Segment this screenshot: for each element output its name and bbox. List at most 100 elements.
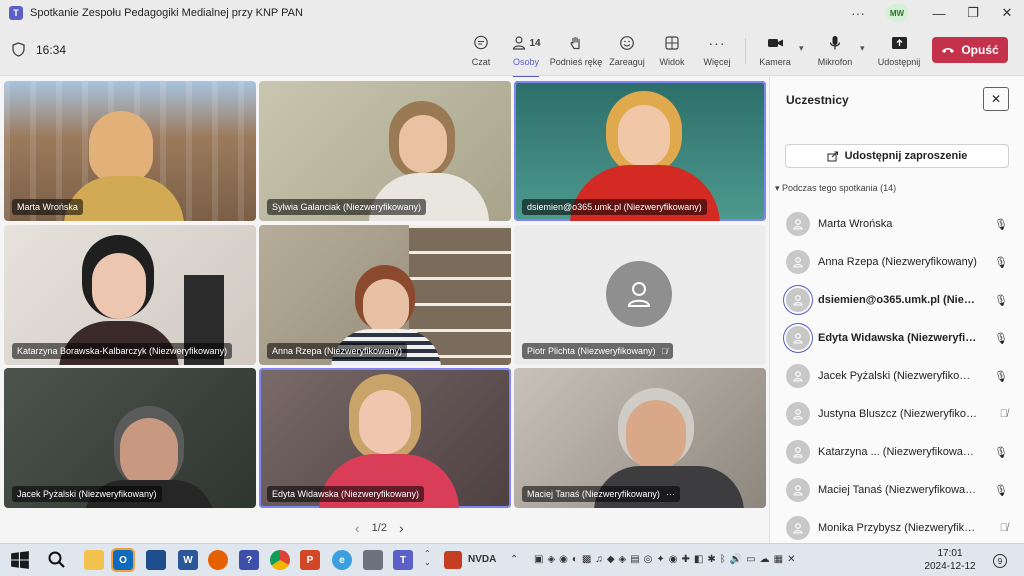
- participant-head: [363, 279, 409, 333]
- tile-more-options-icon[interactable]: ···: [666, 489, 675, 499]
- person-icon: [793, 295, 803, 306]
- firefox-icon[interactable]: [208, 550, 228, 570]
- notification-button[interactable]: 9: [990, 551, 1010, 571]
- video-tile[interactable]: Jacek Pyżalski (Niezweryfikowany): [4, 368, 256, 508]
- raise-hand-button[interactable]: Podnieś rękę: [550, 32, 602, 72]
- share-button[interactable]: Udostępnij: [877, 32, 921, 72]
- view-button[interactable]: Widok: [658, 32, 686, 72]
- participant-row[interactable]: Edyta Widawska (Niezweryfikowany) 🎙: [786, 323, 1014, 353]
- meeting-toolbar: 16:34 Czat 14 Osoby Podnieś rękę Zareagu…: [0, 26, 1024, 78]
- system-clock[interactable]: 17:01 2024-12-12: [915, 547, 985, 573]
- microphone-muted-icon: 🎙̸: [661, 346, 668, 356]
- collapse-chevron-icon: ▾: [775, 183, 780, 193]
- page-indicator: 1/2: [371, 522, 387, 534]
- avatar: [786, 402, 810, 426]
- next-page-chevron-icon[interactable]: ›: [399, 520, 404, 536]
- edge-icon[interactable]: e: [332, 550, 352, 570]
- participant-head: [626, 400, 686, 470]
- microphone-button[interactable]: Mikrofon: [816, 32, 854, 72]
- camera-button[interactable]: Kamera: [759, 32, 791, 72]
- grid-view-icon: [664, 32, 680, 54]
- share-icon: [827, 151, 838, 161]
- word-icon[interactable]: W: [178, 550, 198, 570]
- participant-head: [120, 418, 178, 488]
- participant-name-label: Marta Wrońska: [12, 199, 83, 215]
- more-button[interactable]: ··· Więcej: [703, 32, 731, 72]
- file-explorer-icon[interactable]: [84, 550, 104, 570]
- microphone-muted-icon: 🎙̸: [999, 408, 1008, 420]
- store-icon[interactable]: [146, 550, 166, 570]
- participant-name-label: Sylwia Galanciak (Niezweryfikowany): [267, 199, 427, 215]
- microphone-label: Mikrofon: [817, 57, 853, 67]
- more-options-icon[interactable]: ···: [844, 5, 872, 21]
- participant-head: [92, 253, 146, 319]
- gallery-pager: ‹ 1/2 ›: [355, 520, 404, 536]
- participant-row[interactable]: Monika Przybysz (Niezweryfikowany) 🎙̸: [786, 513, 1014, 543]
- video-tile[interactable]: Edyta Widawska (Niezweryfikowany): [259, 368, 511, 508]
- nvda-label[interactable]: NVDA: [468, 554, 496, 565]
- leave-button[interactable]: Opuść: [932, 37, 1008, 63]
- teams-taskbar-icon[interactable]: T: [393, 550, 413, 570]
- participant-row[interactable]: Maciej Tanaś (Niezweryfikowany) 🎙: [786, 475, 1014, 505]
- participant-name-label: dsiemien@o365.umk.pl (Niezweryfikowany): [522, 199, 707, 215]
- participant-row[interactable]: Marta Wrońska 🎙: [786, 209, 1014, 239]
- close-panel-button[interactable]: ✕: [983, 87, 1009, 111]
- taskbar-overflow-chevron-icon[interactable]: ⌃ ⌄: [424, 549, 431, 567]
- participants-section-header[interactable]: ▾ Podczas tego spotkania (14): [775, 183, 896, 194]
- calculator-icon[interactable]: [363, 550, 383, 570]
- person-icon: [793, 485, 803, 496]
- participant-head: [618, 105, 670, 167]
- participant-head: [399, 115, 447, 173]
- maximize-button[interactable]: ❐: [956, 0, 990, 26]
- avatar: [606, 261, 672, 327]
- microphone-icon: 🎙: [994, 256, 1008, 269]
- participant-head: [359, 390, 411, 454]
- share-label: Udostępnij: [877, 57, 921, 67]
- video-tile[interactable]: Katarzyna Borawska-Kalbarczyk (Niezweryf…: [4, 225, 256, 365]
- chat-button[interactable]: Czat: [468, 32, 494, 72]
- chrome-icon[interactable]: [270, 550, 290, 570]
- participant-row[interactable]: Jacek Pyżalski (Niezweryfikowany) 🎙: [786, 361, 1014, 391]
- participant-name-label: Piotr Plichta (Niezweryfikowany) 🎙̸: [522, 343, 673, 359]
- outlook-icon[interactable]: O: [111, 548, 135, 572]
- participant-name: Jacek Pyżalski (Niezweryfikowany): [818, 370, 978, 382]
- participant-row[interactable]: Anna Rzepa (Niezweryfikowany) 🎙: [786, 247, 1014, 277]
- video-tile[interactable]: Sylwia Galanciak (Niezweryfikowany): [259, 81, 511, 221]
- system-tray-icons[interactable]: ▣◈◉◐▩♫◆◈▤◎✦◉✚◧✱ᛒ🔊▭☁▦✕: [534, 554, 799, 565]
- video-grid: Marta Wrońska Sylwia Galanciak (Niezwery…: [0, 77, 768, 543]
- react-label: Zareaguj: [609, 57, 645, 67]
- close-window-button[interactable]: ✕: [990, 0, 1024, 26]
- meeting-timer: 16:34: [36, 43, 67, 57]
- participant-row[interactable]: Katarzyna ... (Niezweryfikowany) 🎙: [786, 437, 1014, 467]
- chat-label: Czat: [471, 57, 491, 67]
- previous-page-chevron-icon[interactable]: ‹: [355, 520, 360, 536]
- panel-title: Uczestnicy: [786, 93, 849, 107]
- participant-row[interactable]: dsiemien@o365.umk.pl (Niezweryfikowany) …: [786, 285, 1014, 315]
- share-invite-button[interactable]: Udostępnij zaproszenie: [785, 144, 1009, 168]
- participant-head: [89, 111, 153, 183]
- help-icon[interactable]: ?: [239, 550, 259, 570]
- video-tile[interactable]: Marta Wrońska: [4, 81, 256, 221]
- react-button[interactable]: Zareaguj: [609, 32, 645, 72]
- windows-taskbar: O W ? P e T ⌃ ⌄ NVDA ⌃ ▣◈◉◐▩♫◆◈▤◎✦◉✚◧✱ᛒ🔊▭…: [0, 543, 1024, 576]
- people-button[interactable]: 14 Osoby: [509, 32, 543, 78]
- user-avatar[interactable]: MW: [886, 4, 908, 22]
- powerpoint-icon[interactable]: P: [300, 550, 320, 570]
- microphone-icon: 🎙: [994, 446, 1008, 459]
- search-icon[interactable]: [47, 550, 67, 570]
- person-icon: [793, 371, 803, 382]
- video-tile[interactable]: dsiemien@o365.umk.pl (Niezweryfikowany): [514, 81, 766, 221]
- minimize-button[interactable]: —: [922, 0, 956, 26]
- video-tile[interactable]: Maciej Tanaś (Niezweryfikowany) ···: [514, 368, 766, 508]
- avatar: [786, 478, 810, 502]
- video-tile[interactable]: Piotr Plichta (Niezweryfikowany) 🎙̸: [514, 225, 766, 365]
- nvda-icon[interactable]: [444, 551, 462, 569]
- tray-chevron-icon[interactable]: ⌃: [510, 554, 518, 565]
- participant-row[interactable]: Justyna Bluszcz (Niezweryfikowany) 🎙̸: [786, 399, 1014, 429]
- camera-options-chevron-icon[interactable]: ▾: [799, 43, 804, 54]
- person-icon: [793, 447, 803, 458]
- notification-count: 9: [993, 554, 1007, 568]
- windows-start-icon[interactable]: [10, 550, 30, 570]
- microphone-options-chevron-icon[interactable]: ▾: [860, 43, 865, 54]
- video-tile[interactable]: Anna Rzepa (Niezweryfikowany): [259, 225, 511, 365]
